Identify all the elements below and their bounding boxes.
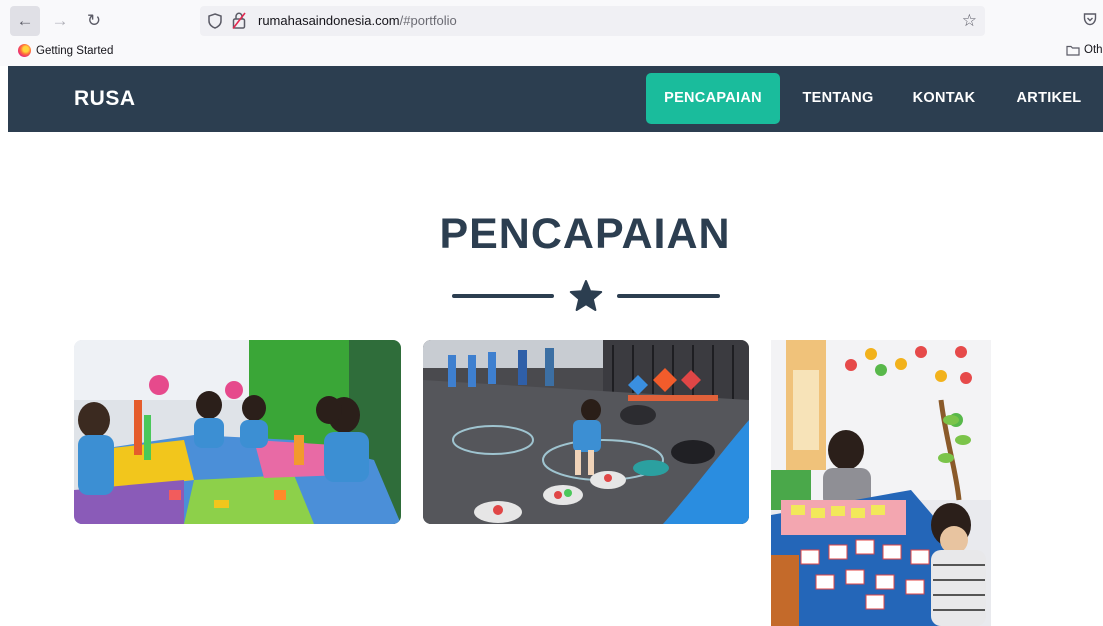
divider-line-left [452, 294, 554, 298]
other-bookmarks-label: Oth [1084, 44, 1103, 56]
back-button[interactable]: ← [10, 6, 40, 36]
folder-icon [1066, 45, 1080, 56]
photo-children-playing-blocks [74, 340, 401, 524]
url-domain: rumahasaindonesia.com [258, 13, 400, 28]
portfolio-item-1[interactable] [74, 340, 401, 524]
other-bookmarks[interactable]: Oth [1066, 44, 1103, 56]
reload-icon: ↻ [86, 11, 102, 30]
section-title: PENCAPAIAN [439, 210, 731, 258]
portfolio-item-3[interactable] [771, 340, 991, 626]
browser-toolbar: ← → ↻ rumahasaindonesia.com/#portfolio ☆… [0, 0, 1103, 66]
arrow-right-icon: → [51, 11, 69, 30]
bookmark-star-icon[interactable]: ☆ [962, 11, 977, 31]
firefox-icon [18, 44, 31, 57]
nav-link-pencapaian[interactable]: PENCAPAIAN [646, 73, 780, 124]
reload-button[interactable]: ↻ [79, 6, 109, 36]
nav-link-tentang[interactable]: TENTANG [792, 73, 884, 124]
address-bar[interactable]: rumahasaindonesia.com/#portfolio ☆ [200, 6, 985, 36]
insecure-lock-icon [232, 12, 246, 29]
pocket-icon[interactable] [1083, 12, 1097, 26]
url-text: rumahasaindonesia.com/#portfolio [258, 13, 457, 28]
photo-children-playground [423, 340, 749, 524]
photo-children-card-game [771, 340, 991, 626]
bookmark-label: Getting Started [36, 44, 114, 57]
forward-button[interactable]: → [45, 6, 75, 36]
nav-link-kontak[interactable]: KONTAK [902, 73, 986, 124]
arrow-left-icon: ← [16, 11, 34, 30]
bookmark-getting-started[interactable]: Getting Started [18, 44, 113, 57]
url-path: /#portfolio [399, 13, 457, 28]
shield-icon [208, 13, 222, 29]
portfolio-item-2[interactable] [423, 340, 749, 524]
nav-link-artikel[interactable]: ARTIKEL [1004, 73, 1094, 124]
star-icon [569, 280, 603, 311]
divider-line-right [617, 294, 720, 298]
brand-logo[interactable]: RUSA [74, 87, 136, 111]
site-navbar: RUSA PENCAPAIAN TENTANG KONTAK ARTIKEL [8, 66, 1103, 132]
